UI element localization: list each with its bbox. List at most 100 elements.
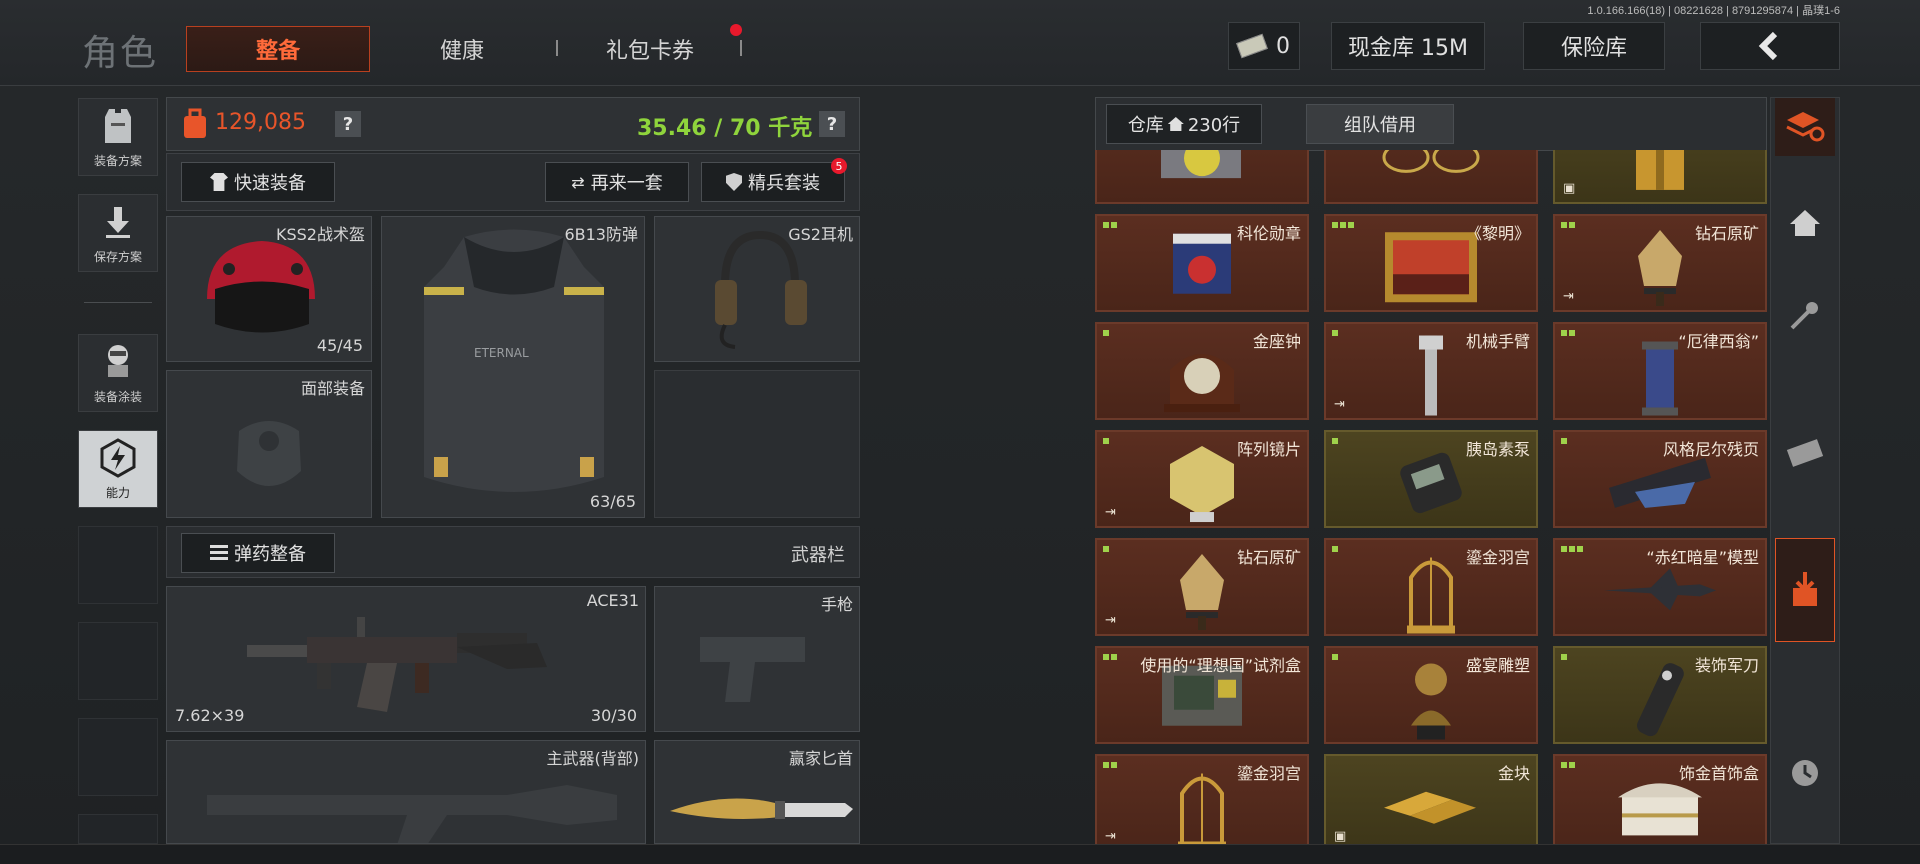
inventory-item[interactable]: 鎏金羽宫 xyxy=(1324,538,1538,636)
box-icon xyxy=(1630,150,1690,198)
ammo-equip-button[interactable]: 弹药整备 xyxy=(181,533,335,573)
nav-label: 装备涂装 xyxy=(93,390,142,404)
cage-icon xyxy=(1172,764,1232,844)
cash-button[interactable] xyxy=(1775,408,1835,498)
inventory-item[interactable]: 钻石原矿 ⇥ xyxy=(1553,214,1767,312)
inventory-item[interactable]: 装饰军刀 xyxy=(1553,646,1767,744)
storage-tab-label: 仓库 xyxy=(1127,115,1164,136)
tab-loadout[interactable]: 整备 xyxy=(186,26,370,72)
deposit-button[interactable] xyxy=(1775,538,1835,642)
inventory-item[interactable]: “赤红暗星”模型 xyxy=(1553,538,1767,636)
back-button[interactable] xyxy=(1700,22,1840,70)
value-help-button[interactable]: ? xyxy=(335,111,361,137)
lens-icon xyxy=(1160,442,1244,530)
tab-health[interactable]: 健康 xyxy=(402,26,522,72)
ammo-bar: 弹药整备 武器栏 xyxy=(166,526,860,578)
item-grid-size-icon xyxy=(1561,330,1575,336)
nav-label: 能力 xyxy=(105,486,130,500)
primary-weapon-name: ACE31 xyxy=(586,591,639,610)
helmet-slot[interactable]: KSS2战术盔 45/45 xyxy=(166,216,372,362)
face-slot-name: 面部装备 xyxy=(300,379,365,398)
cash-vault-button[interactable]: 现金库 15M xyxy=(1331,22,1485,70)
svg-text:ETERNAL: ETERNAL xyxy=(474,346,529,360)
nav-loadout-plan[interactable]: 装备方案 xyxy=(78,98,158,176)
inventory-item[interactable]: 金座钟 xyxy=(1095,322,1309,420)
inventory-item[interactable] xyxy=(1324,150,1538,204)
inventory-item[interactable]: 机械手臂 ⇥ xyxy=(1324,322,1538,420)
nav-save-plan[interactable]: 保存方案 xyxy=(78,194,158,272)
nav-label: 保存方案 xyxy=(93,250,142,264)
tab-divider xyxy=(740,40,742,56)
elite-set-button[interactable]: 精兵套装 xyxy=(701,162,845,202)
item-name: 钻石原矿 xyxy=(1236,548,1301,567)
primary-weapon-slot[interactable]: ACE31 7.62×39 30/30 xyxy=(166,586,646,732)
back-weapon-slot[interactable]: 主武器(背部) xyxy=(166,740,646,844)
item-grid-size-icon xyxy=(1561,654,1567,660)
home-button[interactable] xyxy=(1775,178,1835,268)
loadout-header: 129,085 ? 35.46 / 70 千克 ? xyxy=(166,97,860,151)
cube-icon: ▣ xyxy=(1563,181,1576,196)
item-grid-size-icon xyxy=(1561,438,1567,444)
medal-icon xyxy=(1167,228,1237,312)
item-grid-size-icon xyxy=(1332,330,1338,336)
quick-equip-button[interactable]: 快速装备 xyxy=(181,162,335,202)
blade-icon xyxy=(1625,656,1695,750)
inventory-item[interactable]: 胰岛素泵 xyxy=(1324,430,1538,528)
inventory-item[interactable]: 《黎明》 xyxy=(1324,214,1538,312)
arm-icon xyxy=(1413,332,1449,426)
key-button[interactable] xyxy=(1775,270,1835,360)
bust-icon xyxy=(1403,656,1459,750)
item-name: 金块 xyxy=(1497,764,1530,783)
face-slot[interactable]: 面部装备 xyxy=(166,370,372,518)
nav-empty-slot xyxy=(78,814,158,844)
storage-tab[interactable]: 仓库 230行 xyxy=(1106,104,1262,144)
item-name: 鎏金羽宫 xyxy=(1236,764,1301,783)
inventory-item[interactable]: 风格尼尔残页 xyxy=(1553,430,1767,528)
headset-slot[interactable]: GS2耳机 xyxy=(654,216,860,362)
inventory-item[interactable]: 盛宴雕塑 xyxy=(1324,646,1538,744)
shirt-icon xyxy=(210,173,228,191)
tab-gift-vouchers[interactable]: 礼包卡券 xyxy=(590,26,710,72)
armor-vest-icon: ETERNAL xyxy=(424,229,604,492)
history-button[interactable] xyxy=(1775,728,1835,818)
face-mask-placeholder-icon xyxy=(237,421,301,486)
weapon-bar-label: 武器栏 xyxy=(791,545,845,566)
stack-refresh-button[interactable] xyxy=(1775,98,1835,156)
inventory-item[interactable]: ▣ xyxy=(1553,150,1767,204)
inventory-item[interactable]: “厄律西翁” xyxy=(1553,322,1767,420)
empty-equipment-slot[interactable] xyxy=(654,370,860,518)
inventory-item[interactable]: 鎏金羽宫 ⇥ xyxy=(1095,754,1309,844)
inventory-item[interactable]: 阵列镜片 ⇥ xyxy=(1095,430,1309,528)
vest-icon xyxy=(96,106,140,146)
item-grid-size-icon xyxy=(1332,222,1354,228)
item-name: 饰金首饰盒 xyxy=(1678,764,1759,783)
item-name: 装饰军刀 xyxy=(1694,656,1759,675)
team-borrow-tab[interactable]: 组队借用 xyxy=(1306,104,1454,144)
armor-slot[interactable]: ETERNAL 6B13防弹 63/65 xyxy=(381,216,645,518)
knife-slot[interactable]: 赢家匕首 xyxy=(654,740,860,844)
insurance-vault-button[interactable]: 保险库 xyxy=(1523,22,1665,70)
inventory-item[interactable] xyxy=(1095,150,1309,204)
loadout-weight: 35.46 / 70 千克 xyxy=(637,116,813,141)
back-weapon-name: 主武器(背部) xyxy=(546,749,640,768)
inventory-header: 仓库 230行 组队借用 xyxy=(1095,97,1767,151)
notification-dot xyxy=(730,24,742,36)
inventory-item[interactable]: 科伦勋章 xyxy=(1095,214,1309,312)
inventory-item[interactable]: 钻石原矿 ⇥ xyxy=(1095,538,1309,636)
storage-rows: 230行 xyxy=(1187,115,1241,136)
pistol-slot[interactable]: 手枪 xyxy=(654,586,860,732)
home-icon xyxy=(1167,117,1184,131)
nav-empty-slot xyxy=(78,622,158,700)
nav-ability[interactable]: 能力 xyxy=(78,430,158,508)
inventory-item[interactable]: 金块 ▣ xyxy=(1324,754,1538,844)
inventory-grid: ▣ 科伦勋章 《黎明》 钻石原矿 ⇥ 金座钟 机械手臂 ⇥ “厄律西翁” 阵列镜片 ⇥ 胰岛素泵 风格尼… xyxy=(1095,150,1767,844)
cash-counter[interactable]: 0 xyxy=(1228,22,1300,70)
exit-icon: ⇥ xyxy=(1105,829,1116,844)
inventory-item[interactable]: 使用的“理想国”试剂盒 xyxy=(1095,646,1309,744)
weight-help-button[interactable]: ? xyxy=(819,111,845,137)
again-button[interactable]: ⇄ 再来一套 xyxy=(545,162,689,202)
inventory-item[interactable]: 饰金首饰盒 xyxy=(1553,754,1767,844)
pistol-slot-name: 手枪 xyxy=(820,595,853,614)
nav-paint[interactable]: 装备涂装 xyxy=(78,334,158,412)
clock-icon xyxy=(1792,760,1818,786)
